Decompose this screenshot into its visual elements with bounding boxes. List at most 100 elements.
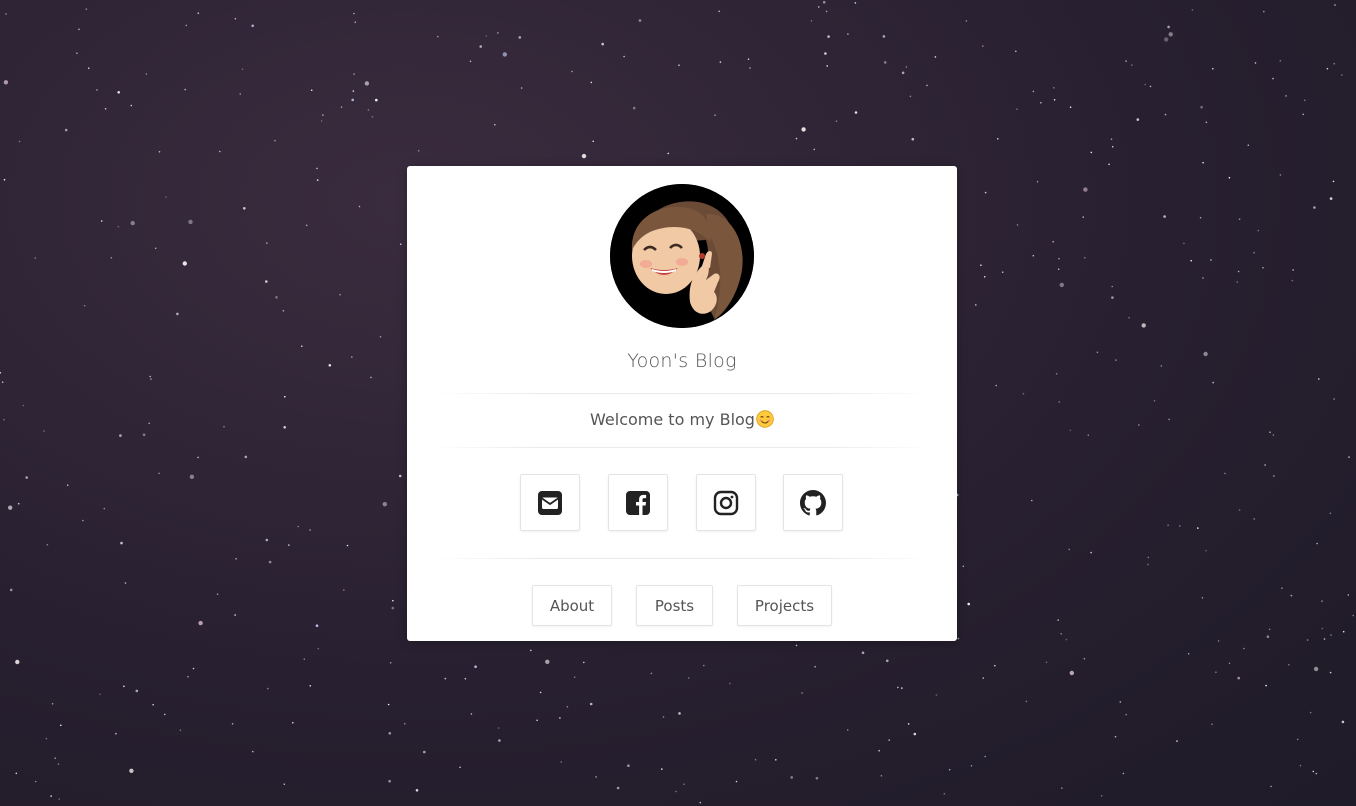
star: [268, 560, 272, 564]
star: [913, 732, 917, 736]
star: [1299, 764, 1302, 767]
star: [66, 484, 69, 487]
star: [1032, 254, 1035, 257]
star: [54, 757, 56, 759]
star: [1045, 661, 1048, 664]
star: [1312, 770, 1315, 773]
star: [566, 706, 569, 708]
star: [1, 381, 4, 384]
projects-button[interactable]: Projects: [737, 585, 832, 626]
star: [1163, 215, 1166, 218]
star: [0, 372, 2, 374]
star: [309, 529, 311, 531]
star: [1238, 218, 1241, 220]
star: [583, 661, 585, 664]
star: [57, 763, 60, 765]
star: [1082, 216, 1084, 218]
star: [1167, 524, 1169, 526]
star: [497, 32, 499, 34]
star: [148, 422, 150, 425]
star: [25, 476, 29, 479]
star: [283, 783, 286, 785]
star: [340, 106, 343, 108]
star: [367, 109, 370, 111]
star: [120, 541, 123, 545]
star: [1084, 257, 1086, 259]
star: [192, 667, 195, 670]
star: [980, 264, 982, 267]
star: [1141, 323, 1146, 328]
star: [1292, 269, 1294, 271]
star: [1068, 548, 1070, 551]
star: [1160, 365, 1163, 367]
star: [909, 95, 912, 98]
star: [1217, 640, 1220, 642]
star: [1313, 206, 1316, 209]
star: [1111, 145, 1114, 148]
star: [1290, 594, 1293, 597]
star: [1236, 281, 1238, 283]
star: [176, 312, 179, 316]
star: [1330, 634, 1332, 636]
star: [1203, 351, 1208, 357]
star: [244, 455, 248, 459]
star: [1168, 32, 1173, 37]
star: [18, 140, 21, 143]
star: [632, 106, 636, 110]
star: [164, 713, 166, 716]
star: [145, 73, 148, 75]
about-button[interactable]: About: [532, 585, 612, 626]
star: [1352, 614, 1354, 617]
star: [1329, 512, 1332, 515]
star: [64, 128, 68, 132]
star: [1323, 638, 1326, 640]
star: [1341, 720, 1345, 724]
star: [1083, 187, 1088, 192]
star: [389, 662, 392, 664]
star: [1053, 99, 1056, 101]
star: [847, 33, 849, 35]
star: [749, 67, 751, 69]
star: [1096, 351, 1099, 354]
star: [880, 775, 883, 777]
github-icon: [800, 489, 826, 515]
star: [1119, 701, 1122, 703]
github-button[interactable]: [783, 474, 843, 531]
star: [1201, 597, 1204, 599]
star: [1253, 251, 1255, 254]
star: [822, 1, 826, 4]
star: [3, 178, 6, 181]
star: [957, 637, 960, 640]
star: [747, 58, 750, 60]
star: [316, 167, 318, 170]
star: [51, 703, 54, 705]
star: [1281, 587, 1283, 589]
star: [683, 783, 685, 785]
star: [45, 737, 48, 740]
star: [470, 713, 473, 715]
star: [297, 525, 300, 528]
star: [601, 42, 604, 46]
facebook-button[interactable]: [608, 474, 668, 531]
star: [997, 138, 999, 140]
star: [1210, 259, 1212, 261]
star: [536, 719, 538, 722]
star: [560, 761, 562, 763]
star: [1065, 638, 1068, 641]
star: [1228, 662, 1231, 665]
star: [15, 659, 20, 665]
instagram-button[interactable]: [696, 474, 756, 531]
star: [1015, 50, 1017, 53]
star: [415, 789, 419, 792]
star: [320, 120, 323, 122]
facebook-icon: [626, 490, 650, 515]
star: [34, 780, 37, 783]
posts-button[interactable]: Posts: [636, 585, 713, 626]
email-button[interactable]: [520, 474, 580, 531]
star: [1187, 653, 1190, 655]
star: [790, 776, 793, 779]
star: [459, 766, 461, 769]
star: [375, 98, 378, 102]
star: [371, 116, 374, 118]
star: [437, 35, 439, 38]
